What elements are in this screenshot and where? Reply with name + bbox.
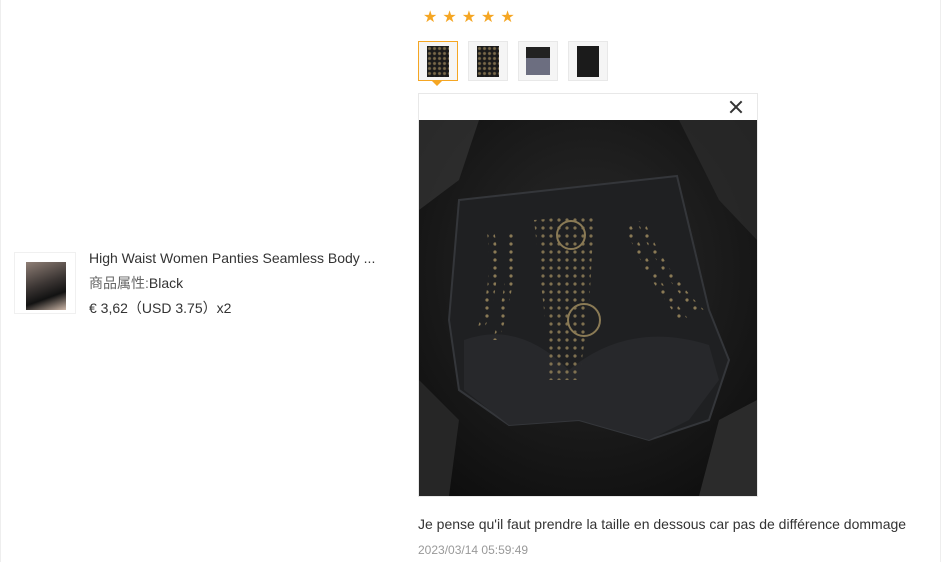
review-photo[interactable] [419,120,757,496]
star-icon: ★ [461,9,477,26]
review-text: Je pense qu'il faut prendre la taille en… [418,516,907,532]
thumb-image [577,46,599,77]
star-icon: ★ [423,9,438,26]
product-thumbnail[interactable] [14,252,76,314]
selected-thumb-pointer [431,80,443,86]
thumb-image [526,47,550,75]
thumb-image [427,46,449,77]
star-icon: ★ [442,9,457,26]
review-photo-thumb-1[interactable] [418,41,458,81]
review-photo-thumb-2[interactable] [468,41,508,81]
product-image [26,262,66,310]
star-icon: ★ [500,9,515,26]
product-title[interactable]: High Waist Women Panties Seamless Body .… [89,250,409,266]
review-photo-thumb-4[interactable] [568,41,608,81]
star-icon: ★ [481,9,496,26]
close-icon[interactable] [729,100,743,114]
attribute-label: 商品属性: [89,275,149,291]
thumb-image [477,46,499,77]
photo-preview-panel [418,93,758,497]
product-info: High Waist Women Panties Seamless Body .… [89,250,409,316]
attribute-value: Black [148,275,184,291]
review-photo-thumb-3[interactable] [518,41,558,81]
review-date: 2023/03/14 05:59:49 [418,543,529,557]
review-photo-thumbnails [418,41,608,81]
star-rating: ★ ★ ★ ★ ★ [423,10,515,26]
product-attribute: 商品属性:Black [89,275,409,291]
product-price: € 3,62（USD 3.75）x2 [89,300,232,316]
review-photo-image [419,120,757,496]
